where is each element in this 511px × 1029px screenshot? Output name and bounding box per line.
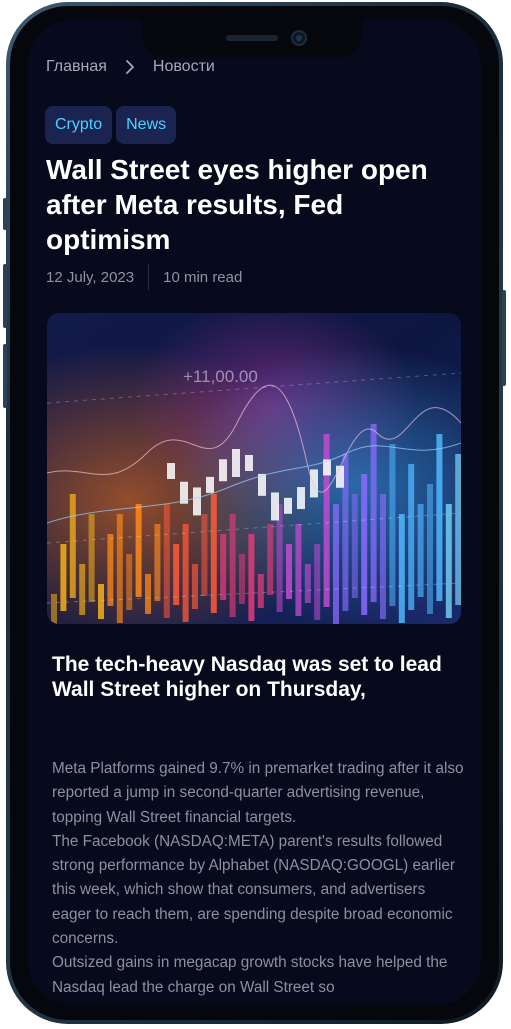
chart-bar	[427, 484, 433, 614]
chart-bar	[295, 524, 302, 616]
chart-bar	[182, 524, 189, 622]
chart-bar	[173, 544, 180, 605]
chart-bar	[445, 504, 452, 618]
camera-icon	[291, 30, 307, 46]
chart-bar	[163, 504, 170, 618]
article-paragraph: Meta Platforms gained 9.7% in premarket …	[52, 760, 464, 826]
article-paragraph: Outsized gains in megacap growth stocks …	[52, 954, 448, 996]
volume-down-button	[3, 344, 7, 408]
article-body: Meta Platforms gained 9.7% in premarket …	[52, 757, 464, 1000]
chart-candle	[284, 497, 292, 514]
notch	[142, 20, 362, 57]
chart-bar	[220, 534, 227, 600]
article-date: 12 July, 2023	[46, 268, 135, 286]
chart-bar	[135, 504, 142, 597]
chart-bar	[60, 544, 67, 611]
chart-bar	[408, 464, 415, 610]
chart-candle	[310, 469, 318, 498]
chart-bar	[145, 574, 151, 614]
breadcrumb-home-link[interactable]: Главная	[46, 58, 107, 76]
chart-bar	[79, 564, 86, 615]
article-meta: 12 July, 2023 10 min read	[46, 264, 242, 290]
tag-news[interactable]: News	[116, 106, 177, 144]
chart-bar	[455, 454, 461, 605]
hero-image: +11,00.00	[47, 313, 461, 624]
chart-bar	[107, 534, 114, 606]
tag-list: Crypto News	[45, 106, 177, 144]
chart-bar	[361, 474, 368, 615]
chart-bar	[88, 514, 95, 602]
chart-bar	[314, 544, 321, 620]
breadcrumb-current: Новости	[152, 58, 215, 75]
meta-divider	[148, 264, 150, 290]
chart-bar	[192, 564, 198, 609]
chart-candle	[258, 473, 266, 496]
chart-bar	[126, 554, 133, 610]
chart-candle	[206, 476, 214, 493]
article-read-time: 10 min read	[163, 268, 243, 286]
tag-crypto[interactable]: Crypto	[45, 106, 113, 144]
stock-chart-illustration: +11,00.00	[47, 313, 461, 624]
volume-up-button	[3, 264, 7, 328]
chart-bar	[380, 494, 386, 619]
chart-bar	[116, 514, 123, 623]
chart-bar	[267, 524, 274, 595]
chart-bar	[51, 594, 57, 624]
chart-overlay-value: +11,00.00	[183, 367, 258, 386]
chart-bar	[98, 584, 104, 619]
chart-bar	[370, 424, 377, 602]
article-title: Wall Street eyes higher open after Meta …	[46, 154, 428, 255]
chart-candle	[297, 487, 305, 510]
chart-candle	[336, 465, 344, 488]
chart-bar	[436, 434, 443, 601]
chart-candle	[271, 492, 279, 521]
chart-candle	[193, 487, 201, 516]
screen: Главная Новости Crypto News Wall Street …	[28, 20, 481, 1005]
article-paragraph: The Facebook (NASDAQ:META) parent's resu…	[52, 832, 455, 948]
chart-bar	[257, 574, 264, 608]
chart-bar	[398, 514, 405, 623]
chevron-right-icon	[126, 60, 134, 74]
power-button	[502, 290, 506, 386]
mute-switch	[3, 198, 7, 230]
chart-candle	[232, 448, 240, 477]
breadcrumb: Главная Новости	[46, 58, 215, 76]
chart-bar	[248, 534, 255, 621]
chart-bar	[69, 494, 76, 598]
chart-candle	[245, 454, 253, 471]
chart-bar	[389, 444, 396, 606]
chart-candle	[167, 463, 175, 479]
chart-bar	[304, 564, 311, 603]
speaker-grille	[226, 35, 278, 41]
chart-bar	[417, 504, 424, 597]
chart-bar	[351, 494, 358, 598]
chart-bar	[239, 554, 245, 604]
chart-candle	[219, 459, 227, 482]
chart-bar	[201, 514, 208, 596]
article-subtitle: The tech-heavy Nasdaq was set to lead Wa…	[52, 653, 442, 701]
